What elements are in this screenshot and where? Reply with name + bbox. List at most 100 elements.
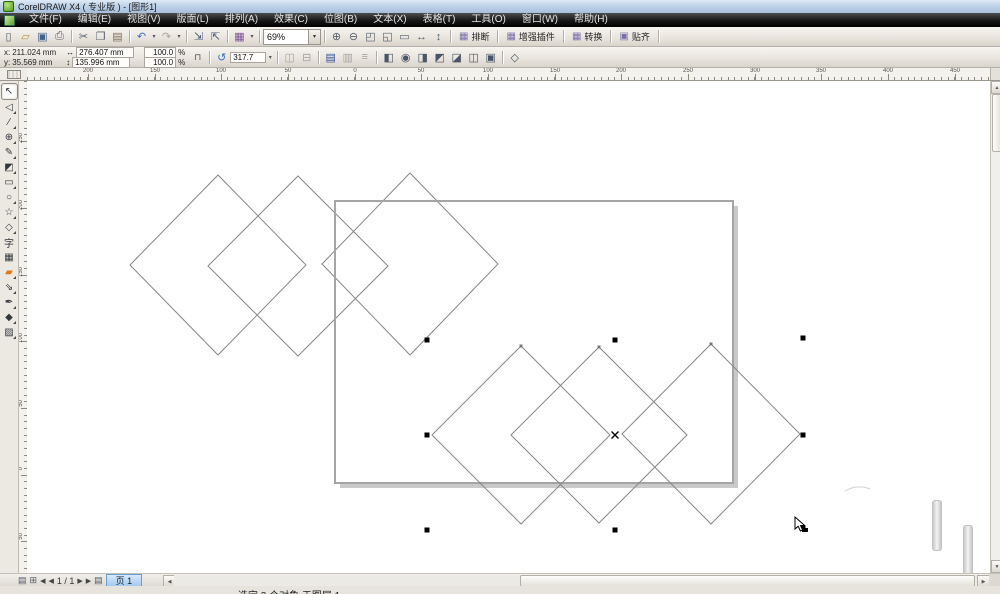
h-ruler-label: 100 bbox=[216, 68, 226, 74]
front-minus-back-icon[interactable]: ◫ bbox=[465, 50, 482, 65]
menu-item-9[interactable]: 工具(O) bbox=[463, 13, 513, 27]
zoom-page-height-icon[interactable]: ↕ bbox=[430, 29, 447, 44]
menu-item-0[interactable]: 文件(F) bbox=[21, 13, 70, 27]
menu-item-3[interactable]: 版面(L) bbox=[168, 13, 216, 27]
shape-tool[interactable]: ◁ bbox=[2, 100, 17, 115]
undo-icon-dropdown[interactable]: ▾ bbox=[150, 29, 158, 44]
redo-icon[interactable]: ↷ bbox=[158, 29, 175, 44]
next-page-button[interactable]: ▶ bbox=[77, 577, 82, 585]
horizontal-ruler[interactable]: 20015010050050100150200250300350400450 bbox=[27, 68, 990, 81]
basic-shapes-tool-flyout-icon bbox=[13, 231, 16, 234]
mirror-horizontal-icon[interactable]: ◫ bbox=[281, 50, 298, 65]
align-icon[interactable]: ≡ bbox=[356, 50, 373, 65]
rectangle-tool[interactable]: ▭ bbox=[2, 175, 17, 190]
object-height-field[interactable]: 135.996 mm bbox=[72, 57, 130, 68]
plugin-convert-button[interactable]: ▦转换 bbox=[567, 29, 607, 45]
drawing-canvas[interactable] bbox=[27, 81, 990, 573]
basic-shapes-tool[interactable]: ◇ bbox=[2, 220, 17, 235]
copy-icon[interactable]: ❐ bbox=[92, 29, 109, 44]
zoom-page-icon[interactable]: ▭ bbox=[396, 29, 413, 44]
menu-item-11[interactable]: 帮助(H) bbox=[566, 13, 616, 27]
zoom-level-combo[interactable]: 69%▾ bbox=[263, 29, 321, 45]
blend-tool[interactable]: ▰ bbox=[2, 265, 17, 280]
menu-item-5[interactable]: 效果(C) bbox=[266, 13, 316, 27]
wrap-paragraph-text-icon[interactable]: ▤ bbox=[322, 50, 339, 65]
ellipse-tool[interactable]: ○ bbox=[2, 190, 17, 205]
interactive-fill-tool[interactable]: ▨ bbox=[2, 325, 17, 340]
menu-item-2[interactable]: 视图(V) bbox=[119, 13, 168, 27]
fill-tool[interactable]: ◆ bbox=[2, 310, 17, 325]
plugin-paiduan-button[interactable]: ▦排断 bbox=[454, 29, 494, 45]
app-launcher-icon-dropdown[interactable]: ▾ bbox=[248, 29, 256, 44]
scroll-up-button[interactable]: ▲ bbox=[991, 81, 1000, 94]
lock-ratio-icon[interactable]: ⊓ bbox=[189, 50, 206, 65]
h-ruler-label: 50 bbox=[285, 68, 292, 74]
cut-icon[interactable]: ✂ bbox=[75, 29, 92, 44]
new-document-icon[interactable]: ▯ bbox=[0, 29, 17, 44]
rotation-angle-field[interactable]: 317.7 bbox=[230, 52, 266, 63]
plugin-enhance-button[interactable]: ▦增强插件 bbox=[501, 29, 559, 45]
propbar-separator bbox=[502, 51, 503, 64]
rotation-spinner[interactable]: ▾ bbox=[266, 50, 274, 65]
redo-icon-dropdown[interactable]: ▾ bbox=[175, 29, 183, 44]
ruler-origin-corner[interactable] bbox=[0, 68, 28, 81]
eyedropper-tool[interactable]: ⇘ bbox=[2, 280, 17, 295]
crop-tool[interactable]: ∕ bbox=[2, 115, 17, 130]
trim-icon[interactable]: ◨ bbox=[414, 50, 431, 65]
back-minus-front-icon[interactable]: ▣ bbox=[482, 50, 499, 65]
zoom-page-width-icon[interactable]: ↔ bbox=[413, 29, 430, 44]
text-tool[interactable]: 字 bbox=[2, 235, 17, 250]
zoom-in-icon[interactable]: ⊕ bbox=[328, 29, 345, 44]
ellipse-tool-flyout-icon bbox=[13, 201, 16, 204]
menu-item-8[interactable]: 表格(T) bbox=[415, 13, 464, 27]
intersect-icon[interactable]: ◩ bbox=[431, 50, 448, 65]
menu-item-1[interactable]: 编辑(E) bbox=[70, 13, 119, 27]
plugin-snap-button[interactable]: ▣贴齐 bbox=[614, 29, 654, 45]
simplify-icon[interactable]: ◪ bbox=[448, 50, 465, 65]
page-flip-icon[interactable]: ▤ bbox=[18, 575, 27, 586]
zoom-selected-icon[interactable]: ◰ bbox=[362, 29, 379, 44]
vertical-scroll-thumb[interactable] bbox=[992, 94, 1000, 152]
save-icon[interactable]: ▣ bbox=[34, 29, 51, 44]
y-position-value[interactable]: 35.569 mm bbox=[12, 58, 52, 67]
x-position-value[interactable]: 211.024 mm bbox=[12, 48, 56, 57]
import-icon[interactable]: ⇲ bbox=[190, 29, 207, 44]
add-page-icon[interactable]: ⊞ bbox=[30, 575, 38, 586]
zoom-tool[interactable]: ⊕ bbox=[2, 130, 17, 145]
plugin-snap-button-label: 贴齐 bbox=[632, 30, 650, 43]
first-page-button[interactable]: ◀ bbox=[40, 577, 45, 585]
zoom-combo-arrow-icon[interactable]: ▾ bbox=[308, 30, 320, 44]
scroll-down-button[interactable]: ▼ bbox=[991, 560, 1000, 573]
h-ruler-label: 0 bbox=[353, 68, 356, 74]
print-icon[interactable]: ⎙ bbox=[51, 29, 68, 44]
edit-source-icon[interactable]: ▥ bbox=[339, 50, 356, 65]
pick-tool[interactable]: ↖ bbox=[1, 83, 18, 100]
convert-to-curves-icon[interactable]: ◇ bbox=[506, 50, 523, 65]
combine-icon[interactable]: ◧ bbox=[380, 50, 397, 65]
page-icon[interactable]: ▤ bbox=[94, 575, 103, 586]
outline-pen-tool[interactable]: ✒ bbox=[2, 295, 17, 310]
last-page-button[interactable]: ▶ bbox=[86, 577, 91, 585]
menu-item-7[interactable]: 文本(X) bbox=[365, 13, 414, 27]
export-icon[interactable]: ⇱ bbox=[207, 29, 224, 44]
zoom-all-objects-icon[interactable]: ◱ bbox=[379, 29, 396, 44]
app-launcher-icon[interactable]: ▦ bbox=[231, 29, 248, 44]
zoom-out-icon[interactable]: ⊖ bbox=[345, 29, 362, 44]
menu-item-6[interactable]: 位图(B) bbox=[316, 13, 365, 27]
previous-page-button[interactable]: ◀ bbox=[48, 577, 53, 585]
paste-icon[interactable]: ▤ bbox=[109, 29, 126, 44]
polygon-tool[interactable]: ☆ bbox=[2, 205, 17, 220]
scale-v-field[interactable]: 100.0 bbox=[144, 57, 176, 68]
horizontal-scrollbar[interactable] bbox=[174, 575, 977, 586]
menu-item-10[interactable]: 窗口(W) bbox=[514, 13, 566, 27]
freehand-tool[interactable]: ✎ bbox=[2, 145, 17, 160]
smart-fill-tool[interactable]: ◩ bbox=[2, 160, 17, 175]
undo-icon[interactable]: ↶ bbox=[133, 29, 150, 44]
status-text: 选定 3 个对象 于图层 1 bbox=[238, 587, 340, 594]
menu-item-4[interactable]: 排列(A) bbox=[217, 13, 266, 27]
vertical-scrollbar[interactable]: ▲ ▼ bbox=[990, 81, 1000, 573]
mirror-vertical-icon[interactable]: ⊟ bbox=[298, 50, 315, 65]
open-folder-icon[interactable]: ▱ bbox=[17, 29, 34, 44]
table-tool[interactable]: ▦ bbox=[2, 250, 17, 265]
weld-icon[interactable]: ◉ bbox=[397, 50, 414, 65]
